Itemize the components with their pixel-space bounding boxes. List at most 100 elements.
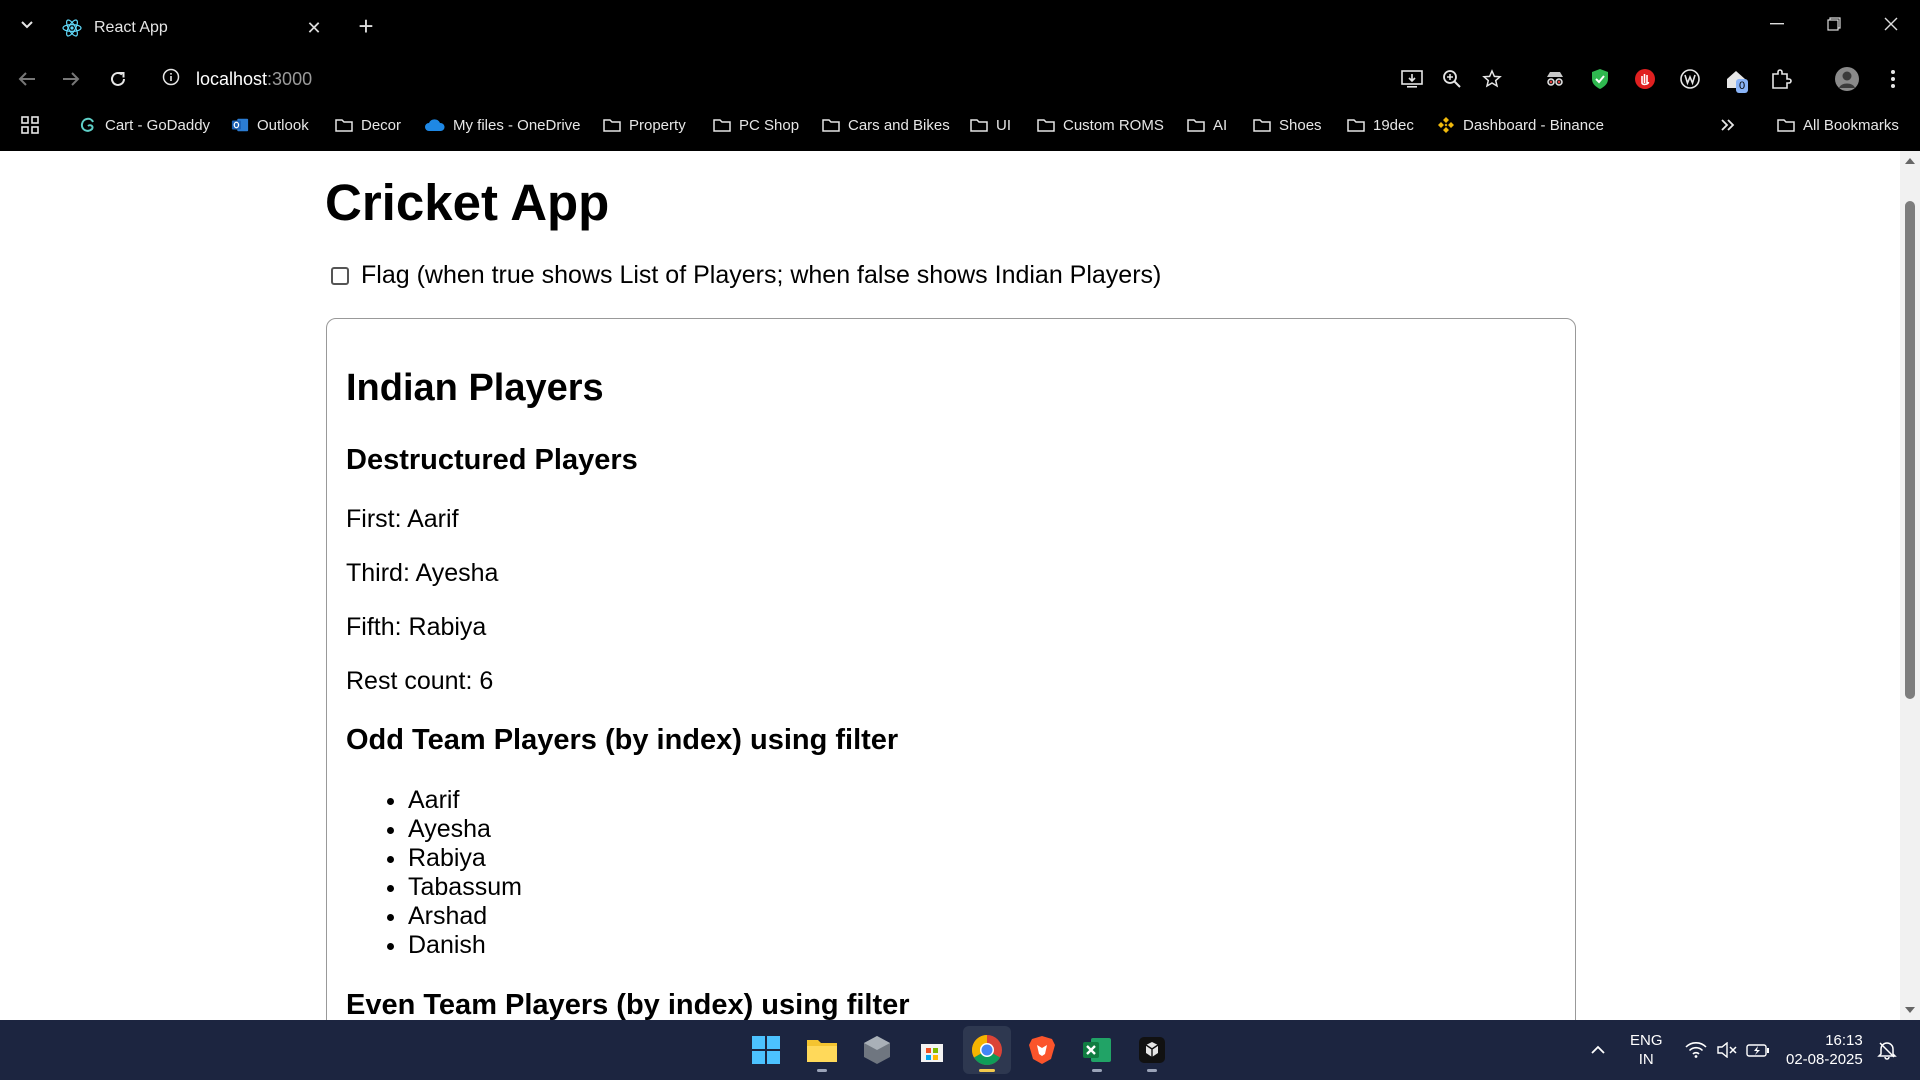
bookmark-label: Cars and Bikes xyxy=(848,116,950,134)
notifications-bell-icon[interactable] xyxy=(1877,1020,1897,1080)
extensions-puzzle-icon[interactable] xyxy=(1767,65,1795,93)
tab-close-icon[interactable]: ✕ xyxy=(302,16,326,40)
bookmark-folder-custom-roms[interactable]: Custom ROMS xyxy=(1037,112,1164,138)
terminal-app-icon[interactable] xyxy=(1128,1026,1176,1074)
adblock-extension-icon[interactable] xyxy=(1631,65,1659,93)
shield-extension-icon[interactable] xyxy=(1586,65,1614,93)
address-bar[interactable]: localhost:3000 xyxy=(150,60,1380,98)
file-explorer-icon[interactable] xyxy=(798,1026,846,1074)
scrollbar-thumb[interactable] xyxy=(1905,201,1915,699)
reload-icon[interactable] xyxy=(103,64,133,94)
home-extension-icon[interactable]: 0 xyxy=(1722,65,1750,93)
input-language[interactable]: ENG IN xyxy=(1630,1020,1663,1080)
browser-menu-icon[interactable] xyxy=(1879,65,1907,93)
list-item: Ayesha xyxy=(408,815,522,844)
battery-charging-icon[interactable] xyxy=(1746,1020,1770,1080)
first-player-text: First: Aarif xyxy=(346,505,459,533)
url-port: :3000 xyxy=(267,68,313,89)
folder-icon xyxy=(713,116,731,134)
list-item: Tabassum xyxy=(408,873,522,902)
running-indicator xyxy=(979,1069,995,1072)
clock-date: 02-08-2025 xyxy=(1786,1051,1863,1068)
back-arrow-icon[interactable] xyxy=(12,64,42,94)
bookmark-star-icon[interactable] xyxy=(1478,65,1506,93)
bookmark-label: Decor xyxy=(361,116,402,134)
tab-search-chevron-icon[interactable] xyxy=(14,12,40,38)
godaddy-icon xyxy=(79,116,97,134)
new-tab-plus-icon[interactable]: + xyxy=(352,11,380,41)
running-indicator xyxy=(1092,1069,1102,1072)
even-team-heading: Even Team Players (by index) using filte… xyxy=(346,989,910,1020)
folder-icon xyxy=(1037,116,1055,134)
spy-extension-icon[interactable] xyxy=(1541,65,1569,93)
tab-react-app[interactable]: React App ✕ xyxy=(50,6,340,50)
windows-start-icon[interactable] xyxy=(742,1026,790,1074)
chrome-icon[interactable] xyxy=(963,1026,1011,1074)
excel-icon[interactable] xyxy=(1073,1026,1121,1074)
zoom-icon[interactable] xyxy=(1438,65,1466,93)
close-window-icon[interactable] xyxy=(1871,8,1911,40)
apps-grid-icon[interactable] xyxy=(20,112,40,138)
language-code: ENG xyxy=(1630,1032,1663,1049)
bookmark-onedrive[interactable]: My files - OneDrive xyxy=(425,112,581,138)
bookmark-folder-decor[interactable]: Decor xyxy=(335,112,401,138)
bookmark-folder-19dec[interactable]: 19dec xyxy=(1347,112,1414,138)
list-item: Aarif xyxy=(408,786,522,815)
site-info-icon[interactable] xyxy=(162,68,180,91)
profile-avatar[interactable] xyxy=(1833,65,1861,93)
destructured-heading: Destructured Players xyxy=(346,444,638,476)
list-item: Danish xyxy=(408,931,522,960)
show-hidden-icons-chevron-icon[interactable] xyxy=(1590,1020,1606,1080)
more-bookmarks-chevron-icon[interactable] xyxy=(1720,112,1736,138)
restore-icon[interactable] xyxy=(1814,8,1854,40)
page-scrollbar[interactable] xyxy=(1900,151,1920,1020)
bookmark-binance[interactable]: Dashboard - Binance xyxy=(1437,112,1604,138)
w-extension-icon[interactable] xyxy=(1676,65,1704,93)
page-viewport: Cricket App Flag (when true shows List o… xyxy=(0,151,1900,1020)
microsoft-store-icon[interactable] xyxy=(908,1026,956,1074)
clock[interactable]: 16:13 02-08-2025 xyxy=(1786,1020,1863,1080)
tab-title: React App xyxy=(94,19,168,36)
bookmark-cart-godaddy[interactable]: Cart - GoDaddy xyxy=(79,112,210,138)
url-host: localhost xyxy=(196,68,268,89)
bookmark-folder-ui[interactable]: UI xyxy=(970,112,1011,138)
volume-muted-icon[interactable] xyxy=(1716,1020,1738,1080)
react-logo-icon xyxy=(62,18,82,38)
windows-taskbar: ENG IN 16:13 02-08-2025 xyxy=(0,1020,1920,1080)
bookmark-label: 19dec xyxy=(1373,116,1414,134)
bookmark-label: Outlook xyxy=(257,116,309,134)
players-card: Indian Players Destructured Players Firs… xyxy=(326,318,1576,1020)
flag-label: Flag (when true shows List of Players; w… xyxy=(361,261,1162,289)
folder-icon xyxy=(822,116,840,134)
bookmark-label: PC Shop xyxy=(739,116,800,134)
odd-team-list: Aarif Ayesha Rabiya Tabassum Arshad Dani… xyxy=(346,786,522,960)
clock-time: 16:13 xyxy=(1825,1032,1863,1049)
extension-badge: 0 xyxy=(1736,79,1749,93)
bookmark-outlook[interactable]: Outlook xyxy=(231,112,309,138)
bookmark-folder-ai[interactable]: AI xyxy=(1187,112,1227,138)
all-bookmarks-label: All Bookmarks xyxy=(1803,116,1899,134)
bookmarks-bar: Cart - GoDaddy Outlook Decor My files - … xyxy=(0,108,1920,142)
scroll-up-arrow-icon[interactable] xyxy=(1904,155,1916,167)
bookmark-label: Cart - GoDaddy xyxy=(105,116,211,134)
tab-strip: React App ✕ + xyxy=(0,0,1920,50)
forward-arrow-icon[interactable] xyxy=(56,64,86,94)
bookmark-folder-property[interactable]: Property xyxy=(603,112,686,138)
bookmark-label: Custom ROMS xyxy=(1063,116,1164,134)
bookmark-folder-shoes[interactable]: Shoes xyxy=(1253,112,1322,138)
flag-toggle[interactable]: Flag (when true shows List of Players; w… xyxy=(331,261,1161,290)
minimize-icon[interactable] xyxy=(1757,8,1797,40)
folder-icon xyxy=(1253,116,1271,134)
app-hexagon-icon[interactable] xyxy=(853,1026,901,1074)
all-bookmarks[interactable]: All Bookmarks xyxy=(1777,112,1899,138)
brave-icon[interactable] xyxy=(1018,1026,1066,1074)
bookmark-folder-cars-and-bikes[interactable]: Cars and Bikes xyxy=(822,112,950,138)
bookmark-label: UI xyxy=(996,116,1011,134)
browser-chrome: React App ✕ + localhost:3000 0 Cart - G… xyxy=(0,0,1920,151)
install-app-icon[interactable] xyxy=(1398,65,1426,93)
wifi-icon[interactable] xyxy=(1685,1020,1707,1080)
running-indicator xyxy=(817,1069,827,1072)
scroll-down-arrow-icon[interactable] xyxy=(1904,1004,1916,1016)
bookmark-folder-pc-shop[interactable]: PC Shop xyxy=(713,112,799,138)
flag-checkbox[interactable] xyxy=(331,266,349,285)
